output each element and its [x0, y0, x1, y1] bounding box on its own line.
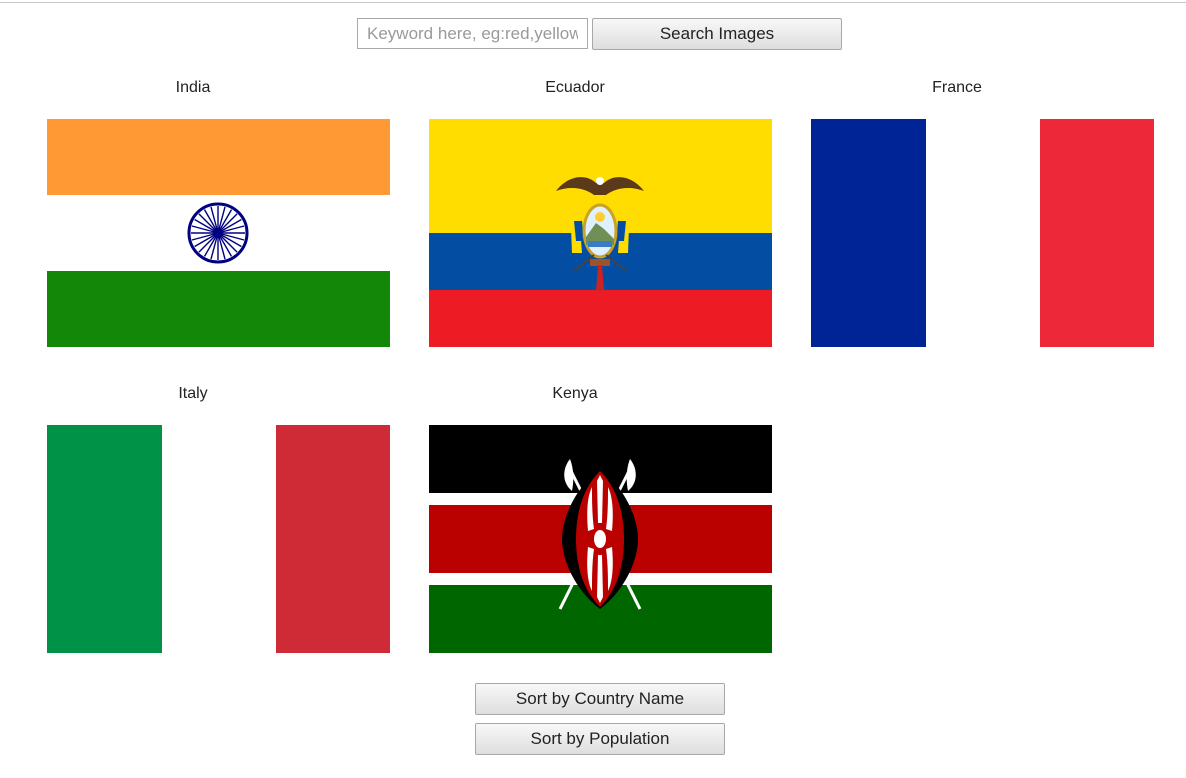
ecuador-flag-icon	[429, 119, 772, 347]
india-flag-image[interactable]	[47, 119, 390, 347]
italy-flag-image[interactable]	[47, 425, 390, 653]
top-divider	[0, 2, 1186, 3]
kenya-flag-icon	[429, 425, 772, 653]
flag-card-india: India	[47, 78, 391, 358]
country-name: Italy	[178, 385, 208, 402]
sort-by-population-button[interactable]: Sort by Population	[475, 723, 725, 755]
france-flag-icon	[811, 119, 1154, 347]
search-images-button[interactable]: Search Images	[592, 18, 842, 50]
country-name: Kenya	[552, 385, 598, 402]
sort-by-country-name-button[interactable]: Sort by Country Name	[475, 683, 725, 715]
flag-card-france: France	[811, 78, 1155, 358]
country-name: India	[175, 79, 211, 96]
france-flag-image[interactable]	[811, 119, 1154, 347]
country-name: Ecuador	[545, 79, 605, 96]
italy-flag-icon	[47, 425, 390, 653]
flag-card-kenya: Kenya	[429, 384, 773, 664]
flag-card-italy: Italy	[47, 384, 391, 664]
ecuador-flag-image[interactable]	[429, 119, 772, 347]
flag-card-ecuador: Ecuador	[429, 78, 773, 358]
search-bar: Search Images	[357, 18, 843, 50]
country-name: France	[932, 79, 982, 96]
india-flag-icon	[47, 119, 390, 347]
search-input[interactable]	[357, 18, 588, 49]
kenya-flag-image[interactable]	[429, 425, 772, 653]
